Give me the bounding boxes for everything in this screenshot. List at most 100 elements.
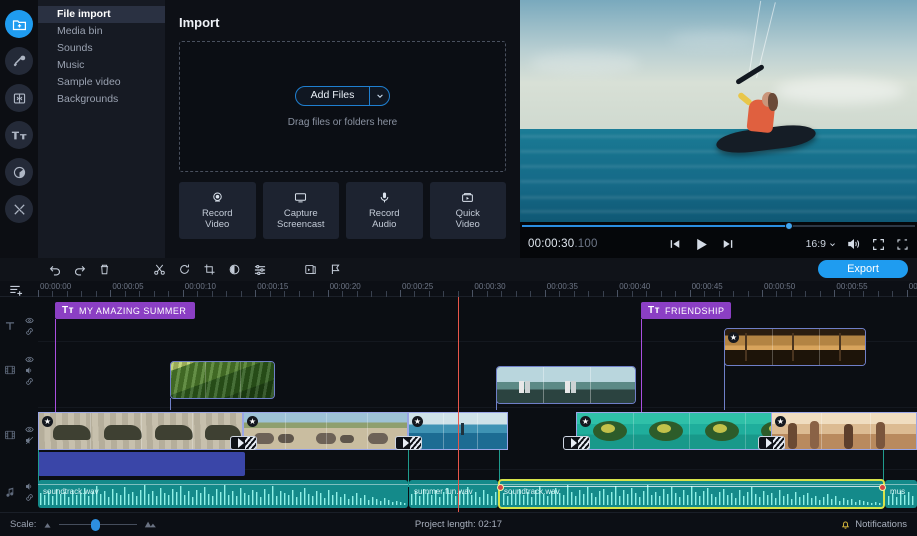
ruler-tick bbox=[110, 290, 112, 297]
link-icon[interactable] bbox=[25, 493, 34, 502]
ruler-label: 00:00:35 bbox=[546, 282, 578, 291]
import-icon[interactable] bbox=[5, 10, 33, 38]
title-clip[interactable]: Tт MY AMAZING SUMMER bbox=[55, 302, 195, 319]
audio-clip-label: mus bbox=[890, 487, 906, 496]
cloud bbox=[530, 52, 640, 74]
slider-knob[interactable] bbox=[90, 518, 100, 531]
speaker-icon[interactable] bbox=[25, 366, 34, 375]
category-sounds[interactable]: Sounds bbox=[38, 40, 165, 57]
audio-clip-soundtrack-selected[interactable]: soundtrack.wav bbox=[498, 479, 885, 509]
project-length: Project length: 02:17 bbox=[415, 519, 502, 530]
audio-clip-summer-fun[interactable]: summer fun.wav bbox=[409, 480, 498, 508]
video-canvas[interactable] bbox=[520, 0, 917, 222]
overlay-clip-couple[interactable] bbox=[496, 366, 636, 404]
prev-frame-button[interactable] bbox=[669, 238, 681, 250]
delete-icon[interactable] bbox=[92, 258, 117, 281]
properties-icon[interactable] bbox=[247, 258, 272, 281]
crop-icon[interactable] bbox=[197, 258, 222, 281]
category-label: Sounds bbox=[57, 42, 93, 54]
next-frame-button[interactable] bbox=[722, 238, 734, 250]
add-files-button[interactable]: Add Files bbox=[294, 85, 391, 106]
project-length-value: 02:17 bbox=[478, 519, 503, 530]
record-audio-button[interactable]: Record Audio bbox=[346, 182, 423, 239]
monitor-icon bbox=[294, 191, 307, 204]
audio-clip-music[interactable]: mus bbox=[885, 480, 917, 508]
color-adjust-icon[interactable] bbox=[222, 258, 247, 281]
category-backgrounds[interactable]: Backgrounds bbox=[38, 91, 165, 108]
track-header-video bbox=[0, 415, 38, 455]
aspect-ratio-selector[interactable]: 16:9 bbox=[806, 238, 836, 250]
playhead[interactable] bbox=[458, 297, 459, 512]
overlay-clip-jungle[interactable] bbox=[170, 361, 275, 399]
player-controls: 00:00:30.100 16:9 bbox=[520, 230, 917, 258]
link-icon[interactable] bbox=[25, 327, 34, 336]
filters-icon[interactable] bbox=[5, 158, 33, 186]
audio-fade-block[interactable] bbox=[38, 452, 245, 476]
record-video-button[interactable]: Record Video bbox=[179, 182, 256, 239]
playback-progress-bar[interactable] bbox=[520, 222, 917, 230]
video-clip-lizard[interactable]: ★ bbox=[38, 412, 243, 450]
notifications-button[interactable]: Notifications bbox=[840, 519, 907, 530]
category-music[interactable]: Music bbox=[38, 57, 165, 74]
drop-zone[interactable]: Add Files Drag files or folders here bbox=[179, 41, 506, 172]
link-icon[interactable] bbox=[25, 377, 34, 386]
ruler-label: 00:00:30 bbox=[474, 282, 506, 291]
eye-icon[interactable] bbox=[25, 425, 34, 434]
volume-icon[interactable] bbox=[847, 237, 861, 251]
timecode-main: 00:00:30 bbox=[528, 238, 575, 250]
transition-marker[interactable] bbox=[563, 436, 590, 450]
ruler-tick bbox=[689, 290, 691, 297]
chevron-down-icon[interactable] bbox=[370, 87, 389, 105]
redo-icon[interactable] bbox=[67, 258, 92, 281]
transition-marker[interactable] bbox=[758, 436, 785, 450]
export-button[interactable]: Export bbox=[818, 260, 908, 278]
category-file-import[interactable]: File import bbox=[38, 6, 165, 23]
audio-clip-handle-right[interactable] bbox=[879, 484, 886, 491]
effects-wand-icon[interactable] bbox=[5, 47, 33, 75]
title-clip[interactable]: Tт FRIENDSHIP bbox=[641, 302, 731, 319]
category-sample-video[interactable]: Sample video bbox=[38, 74, 165, 91]
ruler-label: 00:00:00 bbox=[40, 282, 72, 291]
title-stem bbox=[641, 319, 642, 418]
category-media-bin[interactable]: Media bin bbox=[38, 23, 165, 40]
fullscreen-icon[interactable] bbox=[896, 238, 909, 251]
ruler-tick bbox=[38, 290, 39, 297]
title-type-icon: Tт bbox=[648, 305, 661, 316]
cut-icon[interactable] bbox=[147, 258, 172, 281]
transition-marker[interactable] bbox=[230, 436, 257, 450]
ruler-tick bbox=[182, 290, 184, 297]
category-label: Backgrounds bbox=[57, 93, 119, 105]
speaker-icon[interactable] bbox=[25, 482, 34, 491]
mute-icon[interactable] bbox=[25, 436, 34, 445]
capture-screencast-button[interactable]: Capture Screencast bbox=[262, 182, 339, 239]
category-label: Media bin bbox=[57, 25, 103, 37]
scale-slider[interactable] bbox=[59, 518, 138, 531]
eye-icon[interactable] bbox=[25, 355, 34, 364]
video-clip-elephants[interactable]: ★ bbox=[243, 412, 408, 450]
audio-clip-handle-left[interactable] bbox=[497, 484, 504, 491]
fit-icon[interactable] bbox=[872, 238, 885, 251]
transition-marker[interactable] bbox=[395, 436, 422, 450]
stabilization-icon[interactable] bbox=[298, 258, 323, 281]
marker-icon[interactable] bbox=[323, 258, 348, 281]
overlay-clip-sunset[interactable]: ★ bbox=[724, 328, 866, 366]
rotate-icon[interactable] bbox=[172, 258, 197, 281]
video-track-icon bbox=[4, 429, 16, 441]
tools-icon[interactable] bbox=[5, 195, 33, 223]
transitions-icon[interactable] bbox=[5, 84, 33, 112]
quick-video-button[interactable]: Quick Video bbox=[429, 182, 506, 239]
ruler-label: 00:00:45 bbox=[691, 282, 723, 291]
undo-icon[interactable] bbox=[42, 258, 67, 281]
timeline-ruler[interactable]: 00:00:00 00:00:05 00:00:10 00:00:15 00:00:20… bbox=[0, 281, 917, 297]
ruler-tick bbox=[544, 290, 546, 297]
play-button[interactable] bbox=[694, 237, 709, 252]
video-clip-party[interactable]: ★ bbox=[771, 412, 917, 450]
audio-clip-soundtrack[interactable]: soundtrack.wav bbox=[38, 480, 408, 508]
eye-icon[interactable] bbox=[25, 316, 34, 325]
progress-knob[interactable] bbox=[785, 222, 794, 230]
quick-video-label: Quick Video bbox=[455, 208, 480, 230]
track-lanes[interactable]: Tт MY AMAZING SUMMER Tт FRIENDSHIP ★ ★ ★… bbox=[38, 297, 917, 512]
small-mountain-icon bbox=[43, 521, 52, 529]
ruler-label: 00:00:05 bbox=[112, 282, 144, 291]
favorite-star-icon: ★ bbox=[728, 332, 739, 343]
